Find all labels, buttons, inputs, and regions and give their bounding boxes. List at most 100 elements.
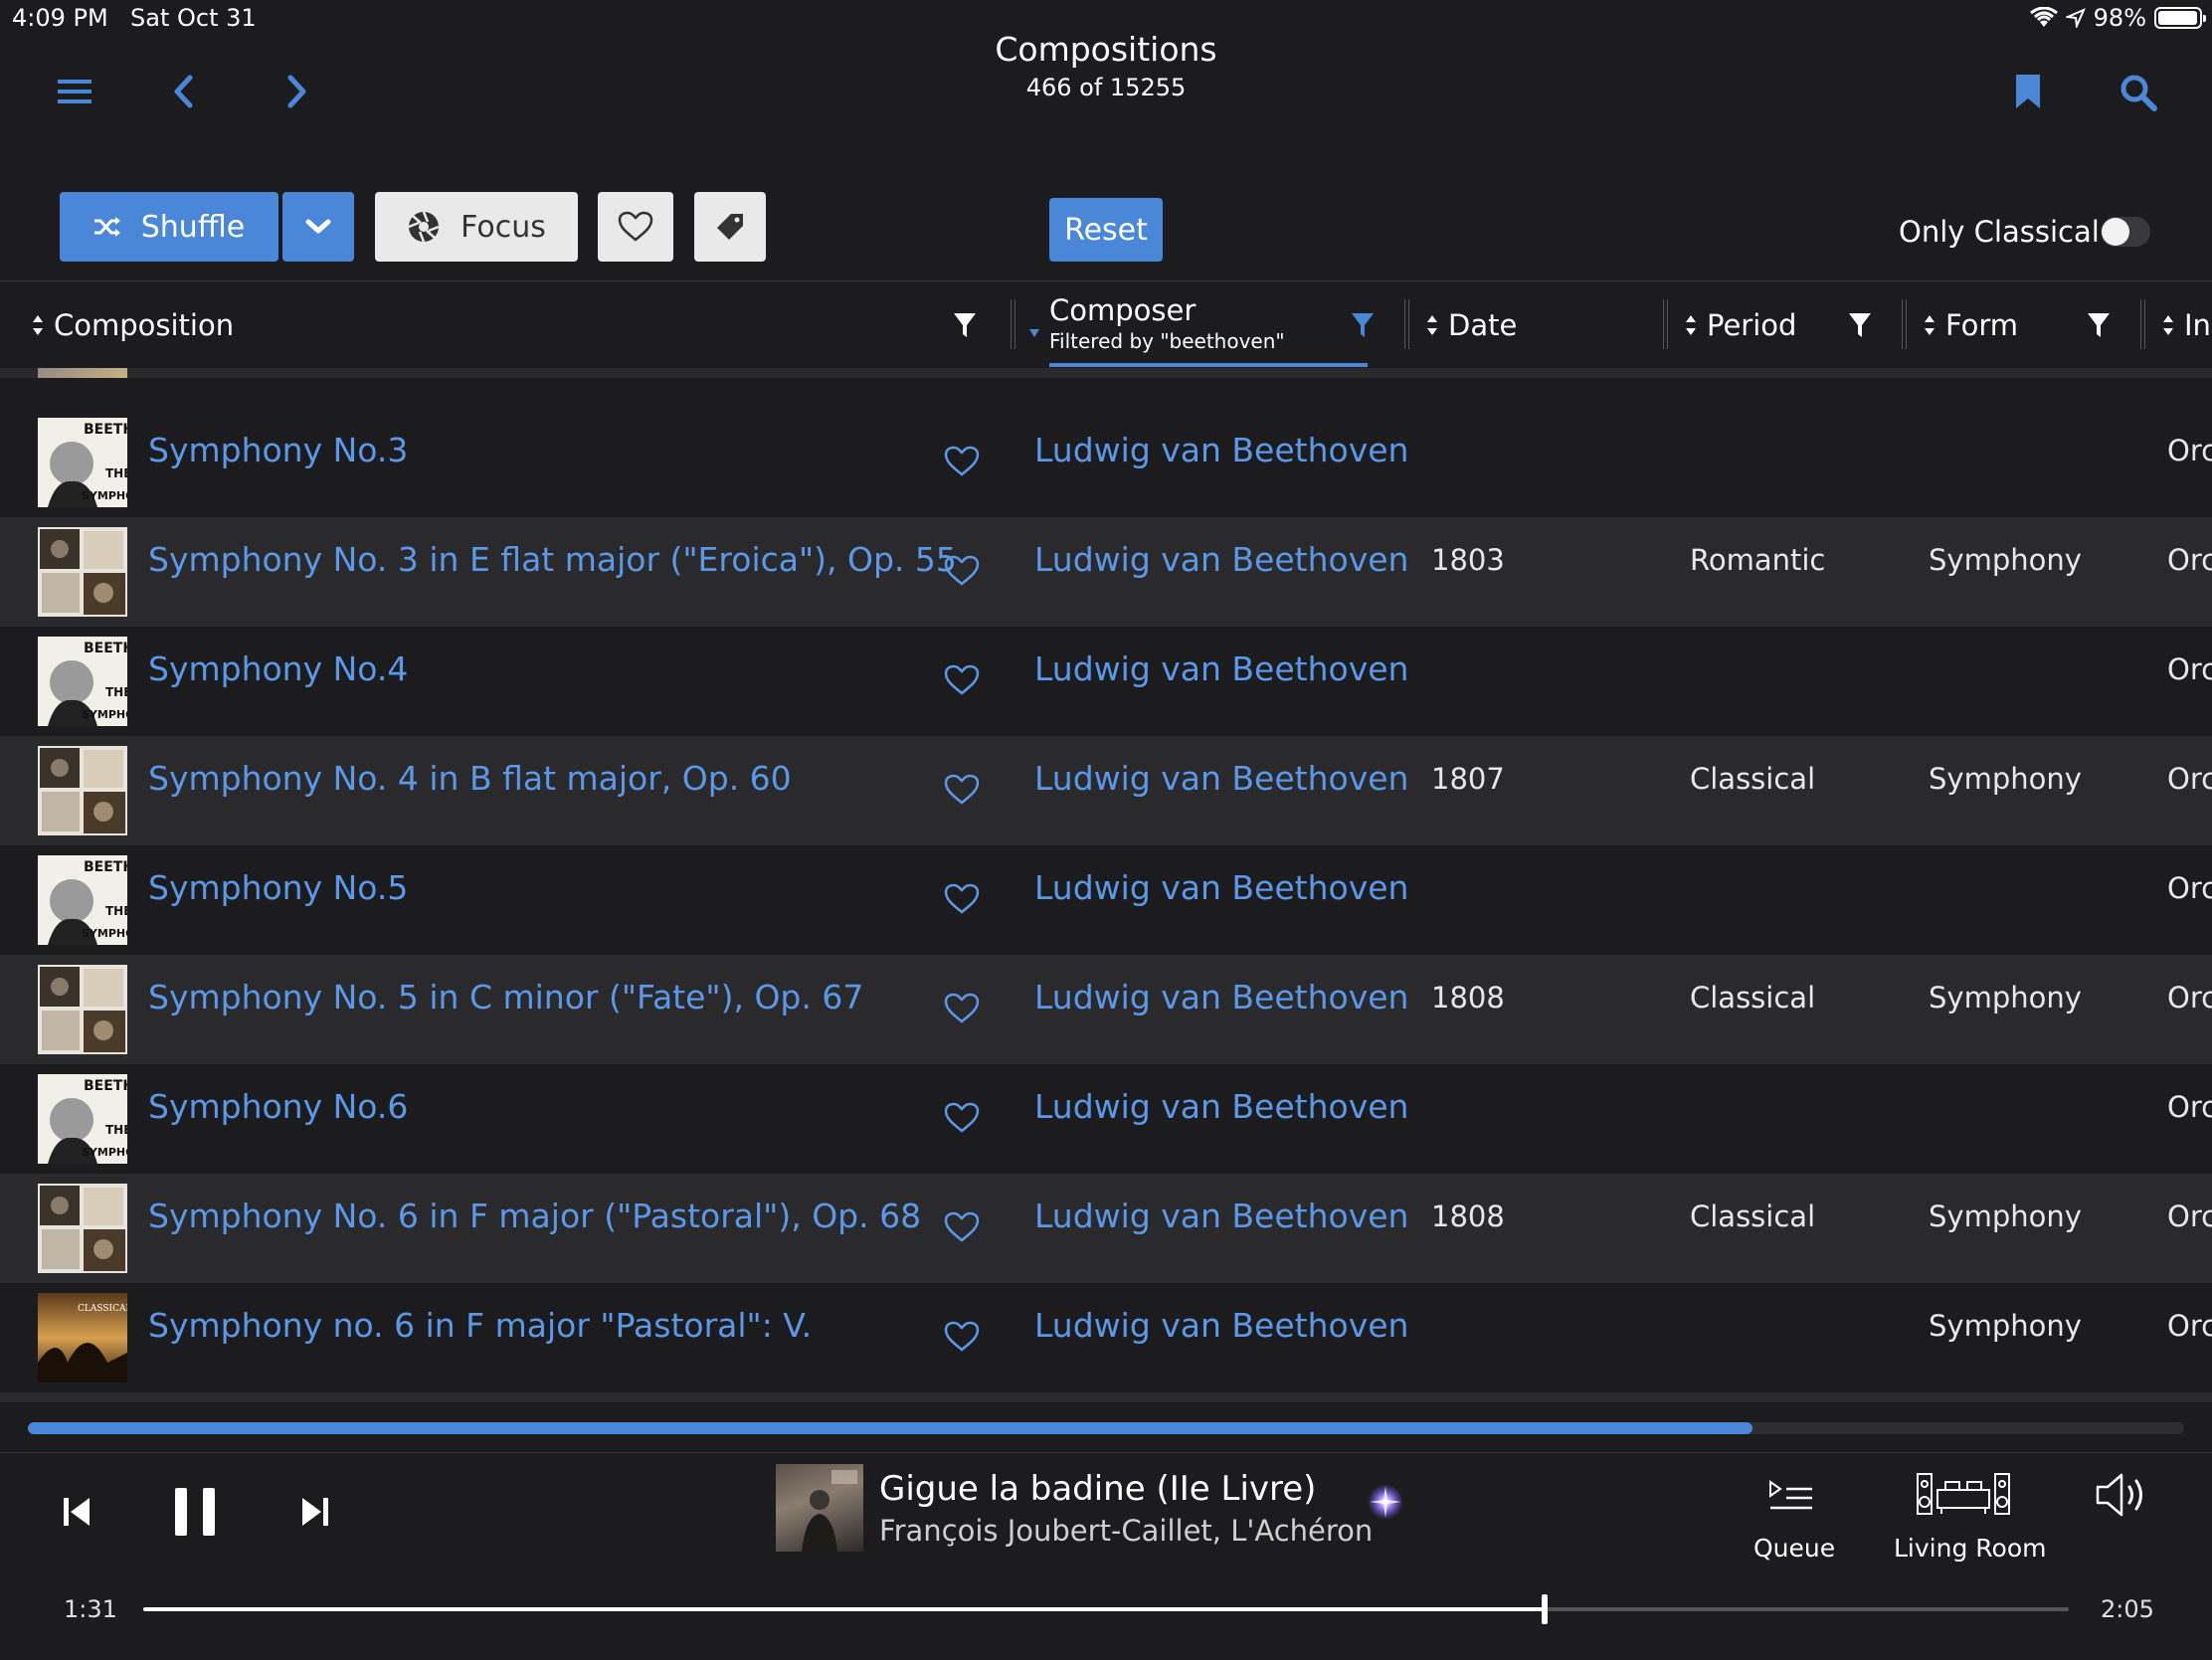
heart-icon[interactable]: [944, 1211, 980, 1243]
column-separator[interactable]: [1902, 299, 1907, 349]
table-row[interactable]: Symphony No. 4 in B flat major, Op. 60 Lu…: [0, 736, 2212, 845]
queue-label[interactable]: Queue: [1753, 1534, 1835, 1563]
instrumentation-cell: Orc: [2167, 543, 2212, 577]
aperture-icon: [407, 210, 441, 244]
queue-icon[interactable]: [1768, 1478, 1814, 1512]
speakers-icon[interactable]: [1916, 1472, 2011, 1516]
form-filter-icon[interactable]: [2087, 281, 2111, 368]
composition-title[interactable]: Symphony No. 4 in B flat major, Op. 60: [148, 759, 792, 798]
album-art[interactable]: BEETHOVEN THE SYMPHONIES: [38, 1074, 127, 1164]
heart-icon[interactable]: [944, 1321, 980, 1353]
reset-button[interactable]: Reset: [1049, 198, 1163, 262]
composer-link[interactable]: Ludwig van Beethoven: [1034, 431, 1408, 469]
shuffle-options-button[interactable]: [282, 192, 354, 262]
heart-icon[interactable]: [944, 883, 980, 915]
heart-icon[interactable]: [944, 993, 980, 1024]
table-row-partial[interactable]: [0, 368, 2212, 378]
volume-icon[interactable]: [2095, 1472, 2150, 1518]
heart-icon[interactable]: [944, 774, 980, 806]
table-row[interactable]: Symphony No. 6 in F major ("Pastoral"), …: [0, 1174, 2212, 1283]
column-composer-label[interactable]: Composer: [1049, 293, 1196, 327]
form-cell: Symphony: [1929, 762, 2082, 796]
album-art[interactable]: [38, 1184, 127, 1273]
now-playing-album-art[interactable]: [776, 1464, 863, 1552]
period-filter-icon[interactable]: [1848, 281, 1872, 368]
status-indicators: 98%: [2029, 4, 2206, 32]
track-artist[interactable]: François Joubert-Caillet, L'Achéron: [879, 1514, 1373, 1548]
svg-text:CLASSICAL: CLASSICAL: [78, 1304, 127, 1314]
composition-title[interactable]: Symphony No. 5 in C minor ("Fate"), Op. …: [148, 978, 863, 1016]
period-cell: Classical: [1690, 762, 1816, 796]
date-cell: 1808: [1431, 981, 1505, 1014]
column-separator[interactable]: [1663, 299, 1668, 349]
progress-handle[interactable]: [1542, 1594, 1549, 1624]
pause-icon[interactable]: [173, 1486, 217, 1538]
composer-filter-icon[interactable]: [1351, 281, 1375, 368]
album-art[interactable]: [38, 965, 127, 1054]
horizontal-scrollbar-thumb[interactable]: [28, 1422, 1753, 1434]
heart-icon[interactable]: [944, 664, 980, 696]
composer-link[interactable]: Ludwig van Beethoven: [1034, 1197, 1408, 1235]
shuffle-button[interactable]: Shuffle: [60, 192, 278, 262]
composer-link[interactable]: Ludwig van Beethoven: [1034, 978, 1408, 1016]
composition-title[interactable]: Symphony No.4: [148, 649, 408, 688]
column-form[interactable]: Form: [1924, 281, 2018, 368]
composer-link[interactable]: Ludwig van Beethoven: [1034, 759, 1408, 798]
tag-filter-button[interactable]: [694, 192, 766, 262]
table-row[interactable]: BEETHOVEN THE SYMPHONIES Symphony No.5 Ludwi…: [0, 845, 2212, 955]
column-instrumentation[interactable]: Ins: [2162, 281, 2212, 368]
focus-button[interactable]: Focus: [375, 192, 578, 262]
search-icon[interactable]: [2120, 74, 2157, 111]
composer-link[interactable]: Ludwig van Beethoven: [1034, 1306, 1408, 1345]
table-row[interactable]: CLASSICAL Symphony no. 6 in F major "Past…: [0, 1283, 2212, 1392]
composer-link[interactable]: Ludwig van Beethoven: [1034, 540, 1408, 579]
album-art[interactable]: BEETHOVEN THE SYMPHONIES: [38, 855, 127, 945]
composer-link[interactable]: Ludwig van Beethoven: [1034, 1087, 1408, 1126]
composition-title[interactable]: Symphony No. 3 in E flat major ("Eroica"…: [148, 540, 957, 579]
only-classical-toggle[interactable]: [2101, 217, 2150, 247]
composer-link[interactable]: Ludwig van Beethoven: [1034, 868, 1408, 907]
composition-title[interactable]: Symphony No.3: [148, 431, 408, 469]
album-art[interactable]: CLASSICAL: [38, 1293, 127, 1383]
table-row[interactable]: BEETHOVEN THE SYMPHONIES Symphony No.4 Ludwi…: [0, 627, 2212, 736]
album-art[interactable]: [38, 527, 127, 617]
previous-track-icon[interactable]: [62, 1496, 92, 1528]
composition-filter-icon[interactable]: [953, 281, 977, 368]
table-row[interactable]: Symphony No. 5 in C minor ("Fate"), Op. …: [0, 955, 2212, 1064]
favorite-filter-button[interactable]: [598, 192, 673, 262]
table-row[interactable]: Symphony No. 3 in E flat major ("Eroica"…: [0, 517, 2212, 627]
date-cell: 1803: [1431, 543, 1505, 577]
bookmark-icon[interactable]: [2015, 74, 2041, 109]
track-title[interactable]: Gigue la badine (IIe Livre): [879, 1469, 1316, 1509]
composition-title[interactable]: Symphony no. 6 in F major "Pastoral": V.: [148, 1306, 812, 1345]
zone-label[interactable]: Living Room: [1894, 1534, 2046, 1563]
svg-text:THE: THE: [105, 466, 127, 480]
album-art[interactable]: BEETHOVEN THE SYMPHONIES: [38, 418, 127, 507]
album-art[interactable]: [38, 746, 127, 835]
column-date[interactable]: Date: [1426, 281, 1517, 368]
sparkle-icon[interactable]: [1366, 1482, 1405, 1522]
shuffle-icon: [93, 216, 121, 238]
composition-list[interactable]: BEETHOVEN THE SYMPHONIES Symphony No.3 Ludwi…: [0, 368, 2212, 1402]
heart-icon[interactable]: [944, 555, 980, 587]
column-period-label: Period: [1707, 307, 1797, 342]
column-separator[interactable]: [1011, 299, 1015, 349]
table-row[interactable]: BEETHOVEN THE SYMPHONIES Symphony No.6 Ludwi…: [0, 1064, 2212, 1174]
sort-icon: [1426, 314, 1440, 336]
table-row[interactable]: BEETHOVEN THE SYMPHONIES Symphony No.3 Ludwi…: [0, 408, 2212, 517]
composer-link[interactable]: Ludwig van Beethoven: [1034, 649, 1408, 688]
svg-text:BEETHOVEN: BEETHOVEN: [84, 1078, 127, 1094]
column-composition[interactable]: Composition: [32, 281, 234, 368]
svg-text:THE: THE: [105, 685, 127, 699]
heart-icon[interactable]: [944, 446, 980, 477]
column-separator[interactable]: [1404, 299, 1409, 349]
table-row-partial[interactable]: [0, 1392, 2212, 1402]
heart-icon[interactable]: [944, 1102, 980, 1134]
column-period[interactable]: Period: [1685, 281, 1796, 368]
composition-title[interactable]: Symphony No.6: [148, 1087, 408, 1126]
next-track-icon[interactable]: [300, 1496, 330, 1528]
album-art[interactable]: BEETHOVEN THE SYMPHONIES: [38, 637, 127, 726]
composition-title[interactable]: Symphony No. 6 in F major ("Pastoral"), …: [148, 1197, 921, 1235]
column-separator[interactable]: [2140, 299, 2145, 349]
composition-title[interactable]: Symphony No.5: [148, 868, 408, 907]
